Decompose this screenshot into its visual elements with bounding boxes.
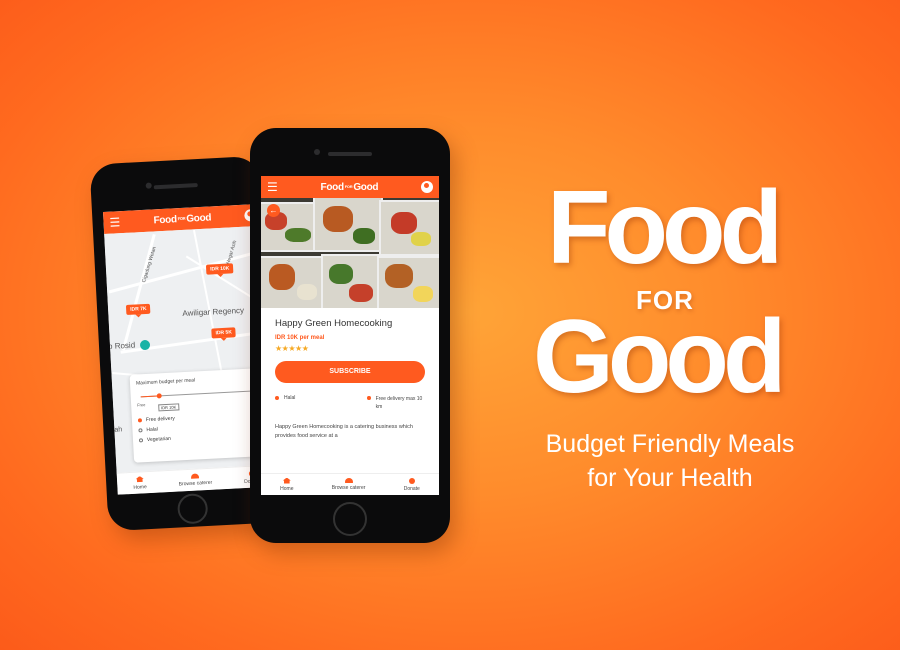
caterer-price: IDR 10K per meal	[275, 335, 325, 341]
hamburger-icon[interactable]: ☰	[267, 181, 278, 193]
app-logo: FoodFORGood	[153, 211, 212, 226]
phone-home-button[interactable]	[333, 502, 367, 536]
caterer-description: Happy Green Homecooking is a catering bu…	[275, 424, 413, 439]
nav-home[interactable]: Home	[133, 476, 147, 490]
nav-donate[interactable]: Donate	[404, 477, 420, 492]
hero-title-good: Good	[533, 299, 786, 415]
map-label: Awiligar Regency	[182, 305, 245, 319]
detail-screen: ☰ FoodFORGood ← Happy Green Homecooking …	[261, 176, 439, 495]
caterer-name: Happy Green Homecooking	[275, 318, 393, 329]
home-icon	[282, 477, 291, 484]
slider-value: IDR 10K	[157, 403, 180, 412]
price-pin[interactable]: IDR 5K	[211, 327, 237, 339]
caterer-detail: Happy Green Homecooking IDR 10K per meal…	[261, 308, 439, 441]
bullet-icon	[275, 396, 279, 400]
price-pin[interactable]: IDR 10K	[205, 263, 234, 275]
back-arrow-icon[interactable]: ←	[267, 204, 280, 217]
app-logo: FoodFORGood	[320, 181, 379, 193]
coin-icon	[408, 477, 415, 484]
tagline-line-1: Budget Friendly Meals	[545, 430, 795, 458]
hero-title-food: Food	[547, 170, 783, 286]
profile-icon[interactable]	[420, 181, 433, 193]
bullet-icon	[367, 396, 371, 400]
radio-icon	[138, 438, 144, 443]
map-label: p Rosid	[107, 340, 136, 351]
phone-speaker	[328, 152, 372, 156]
radio-icon	[137, 418, 143, 423]
feature-free-delivery: Free delivery max 10 km	[367, 395, 425, 411]
home-icon	[136, 476, 144, 482]
hero-tagline: Budget Friendly Meals for Your Health	[520, 427, 820, 495]
map-label: ah	[114, 426, 123, 434]
feature-list: Halal Free delivery max 10 km	[275, 395, 425, 411]
tagline-line-2: for Your Health	[587, 464, 753, 492]
price-pin[interactable]: IDR 7K	[125, 303, 151, 315]
nav-home[interactable]: Home	[280, 477, 293, 492]
phone-speaker	[153, 183, 198, 190]
slider-handle[interactable]	[156, 393, 163, 399]
cloche-icon	[190, 473, 200, 479]
radio-icon	[138, 428, 143, 433]
star-rating: ★★★★★	[275, 344, 309, 353]
subscribe-button[interactable]: SUBSCRIBE	[275, 361, 425, 383]
phone-camera	[145, 182, 152, 189]
bottom-nav: Home Browse caterer Donate	[261, 473, 439, 495]
food-photo: ←	[261, 198, 439, 308]
phone-camera	[314, 149, 320, 155]
phone-detail: ☰ FoodFORGood ← Happy Green Homecooking …	[250, 128, 450, 543]
nav-browse-caterer[interactable]: Browse caterer	[332, 478, 365, 491]
hamburger-icon[interactable]: ☰	[109, 215, 120, 230]
feature-halal: Halal	[275, 395, 295, 411]
detail-app-bar: ☰ FoodFORGood	[261, 176, 439, 198]
nav-browse-caterer[interactable]: Browse caterer	[178, 473, 212, 487]
cloche-icon	[344, 478, 353, 483]
phone-home-button[interactable]	[176, 493, 209, 525]
